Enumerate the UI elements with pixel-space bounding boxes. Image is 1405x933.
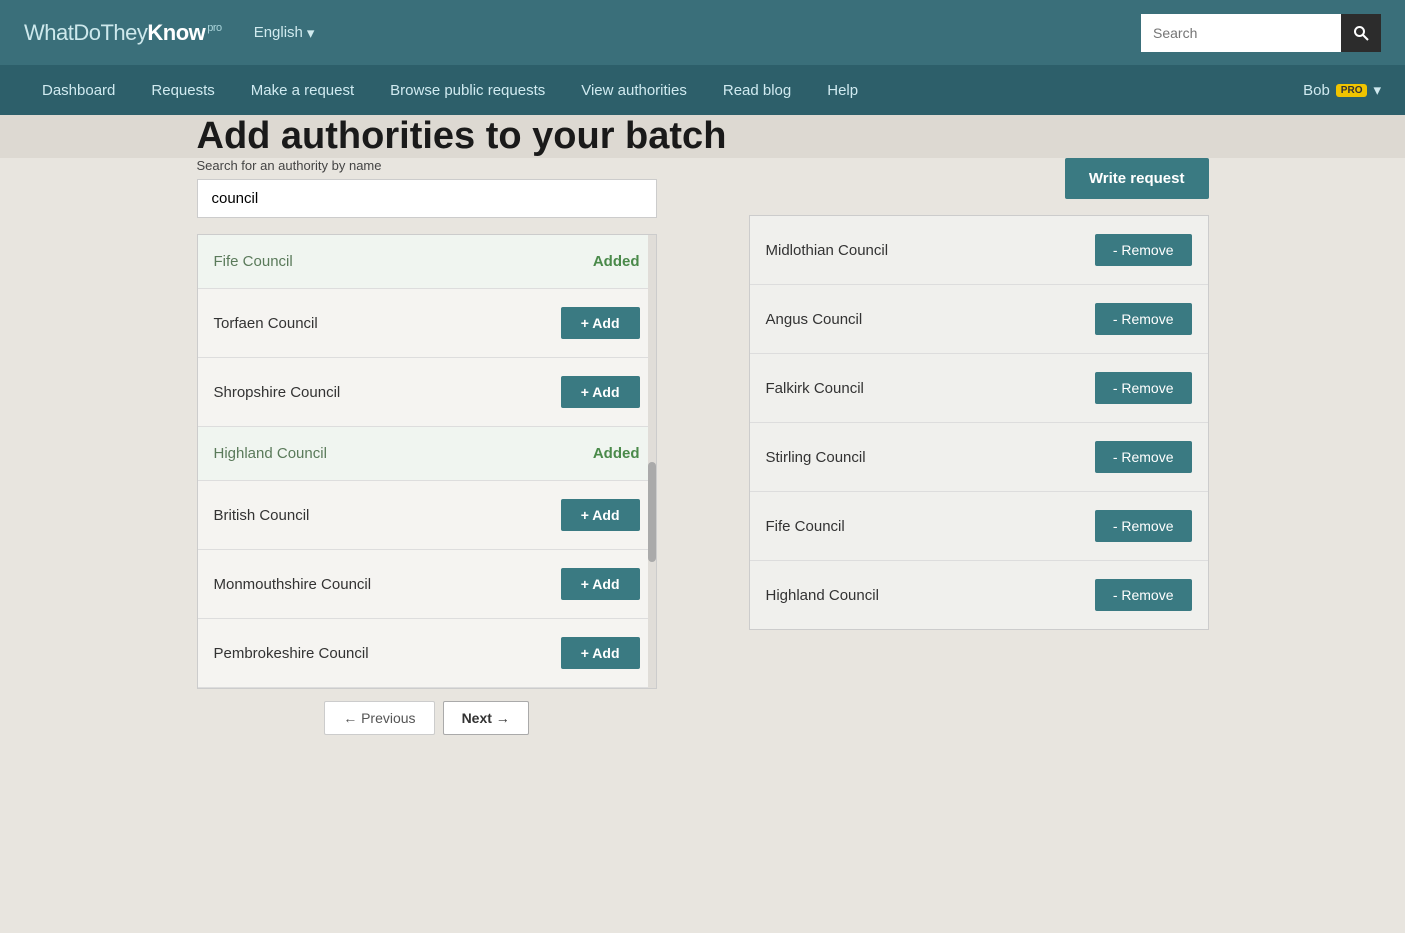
- top-bar: WhatDoTheyKnowpro English ▾: [0, 0, 1405, 65]
- authority-item-shropshire: Shropshire Council + Add: [198, 358, 656, 427]
- add-pembrokeshire-button[interactable]: + Add: [561, 637, 640, 669]
- page-content: Search for an authority by name Fife Cou…: [173, 158, 1233, 775]
- nav-make-request[interactable]: Make a request: [233, 65, 372, 115]
- added-authority-midlothian: Midlothian Council - Remove: [750, 216, 1208, 285]
- remove-fife-button[interactable]: - Remove: [1095, 510, 1192, 542]
- added-authority-stirling: Stirling Council - Remove: [750, 423, 1208, 492]
- authority-item-british: British Council + Add: [198, 481, 656, 550]
- added-authority-highland-right: Highland Council - Remove: [750, 561, 1208, 629]
- authority-item-highland: Highland Council Added: [198, 427, 656, 481]
- authority-name-torfaen: Torfaen Council: [214, 315, 318, 332]
- pagination: ← Previous Next →: [197, 701, 657, 735]
- added-authority-name-falkirk: Falkirk Council: [766, 380, 864, 397]
- main-layout: Search for an authority by name Fife Cou…: [197, 158, 1209, 735]
- search-button[interactable]: [1341, 14, 1381, 52]
- remove-midlothian-button[interactable]: - Remove: [1095, 234, 1192, 266]
- authority-name-monmouthshire: Monmouthshire Council: [214, 576, 372, 593]
- remove-stirling-button[interactable]: - Remove: [1095, 441, 1192, 473]
- authority-name-shropshire: Shropshire Council: [214, 384, 341, 401]
- search-bar: [1141, 14, 1381, 52]
- nav-bar: Dashboard Requests Make a request Browse…: [0, 65, 1405, 115]
- nav-requests[interactable]: Requests: [133, 65, 232, 115]
- user-dropdown-icon: ▾: [1373, 81, 1381, 99]
- remove-falkirk-button[interactable]: - Remove: [1095, 372, 1192, 404]
- authority-list: Fife Council Added Torfaen Council + Add…: [197, 234, 657, 689]
- nav-view-authorities[interactable]: View authorities: [563, 65, 705, 115]
- added-authority-name-highland-right: Highland Council: [766, 587, 879, 604]
- logo-bold: Know: [147, 20, 205, 45]
- add-monmouthshire-button[interactable]: + Add: [561, 568, 640, 600]
- authority-item-monmouthshire: Monmouthshire Council + Add: [198, 550, 656, 619]
- added-authority-name-angus: Angus Council: [766, 311, 863, 328]
- authority-status-highland: Added: [593, 445, 640, 462]
- page-title: Add authorities to your batch: [197, 115, 1209, 158]
- right-panel: Write request Midlothian Council - Remov…: [749, 158, 1209, 630]
- search-icon: [1353, 25, 1369, 41]
- user-pro-badge: pro: [1336, 84, 1368, 97]
- authority-item-fife: Fife Council Added: [198, 235, 656, 289]
- previous-button[interactable]: ← Previous: [324, 701, 434, 735]
- added-authority-falkirk: Falkirk Council - Remove: [750, 354, 1208, 423]
- left-panel: Search for an authority by name Fife Cou…: [197, 158, 725, 735]
- scroll-indicator: [648, 235, 656, 688]
- authority-item-torfaen: Torfaen Council + Add: [198, 289, 656, 358]
- nav-browse-public[interactable]: Browse public requests: [372, 65, 563, 115]
- authority-search-label: Search for an authority by name: [197, 158, 725, 173]
- added-authorities-list: Midlothian Council - Remove Angus Counci…: [749, 215, 1209, 630]
- language-arrow-icon: ▾: [307, 24, 315, 42]
- user-name: Bob: [1303, 82, 1330, 99]
- remove-angus-button[interactable]: - Remove: [1095, 303, 1192, 335]
- page-header: Add authorities to your batch: [0, 115, 1405, 158]
- language-selector[interactable]: English ▾: [254, 24, 315, 42]
- language-label: English: [254, 24, 303, 41]
- add-shropshire-button[interactable]: + Add: [561, 376, 640, 408]
- site-logo[interactable]: WhatDoTheyKnowpro: [24, 20, 222, 46]
- nav-help[interactable]: Help: [809, 65, 876, 115]
- authority-status-fife: Added: [593, 253, 640, 270]
- added-authority-angus: Angus Council - Remove: [750, 285, 1208, 354]
- next-button[interactable]: Next →: [443, 701, 529, 735]
- write-request-button[interactable]: Write request: [1065, 158, 1209, 199]
- authority-item-pembrokeshire: Pembrokeshire Council + Add: [198, 619, 656, 688]
- added-authority-name-fife-right: Fife Council: [766, 518, 845, 535]
- nav-user[interactable]: Bob pro ▾: [1303, 81, 1381, 99]
- authority-search-input[interactable]: [197, 179, 657, 218]
- authority-name-british: British Council: [214, 507, 310, 524]
- authority-name-fife: Fife Council: [214, 253, 293, 270]
- nav-dashboard[interactable]: Dashboard: [24, 65, 133, 115]
- nav-links: Dashboard Requests Make a request Browse…: [24, 65, 876, 115]
- authority-name-pembrokeshire: Pembrokeshire Council: [214, 645, 369, 662]
- authority-name-highland: Highland Council: [214, 445, 327, 462]
- search-input[interactable]: [1141, 14, 1341, 52]
- added-authority-fife-right: Fife Council - Remove: [750, 492, 1208, 561]
- logo-pro-badge: pro: [207, 22, 221, 34]
- remove-highland-button[interactable]: - Remove: [1095, 579, 1192, 611]
- add-torfaen-button[interactable]: + Add: [561, 307, 640, 339]
- logo-light: WhatDoThey: [24, 20, 147, 45]
- add-british-button[interactable]: + Add: [561, 499, 640, 531]
- scroll-thumb: [648, 462, 656, 562]
- added-authority-name-stirling: Stirling Council: [766, 449, 866, 466]
- added-authority-name-midlothian: Midlothian Council: [766, 242, 889, 259]
- nav-read-blog[interactable]: Read blog: [705, 65, 809, 115]
